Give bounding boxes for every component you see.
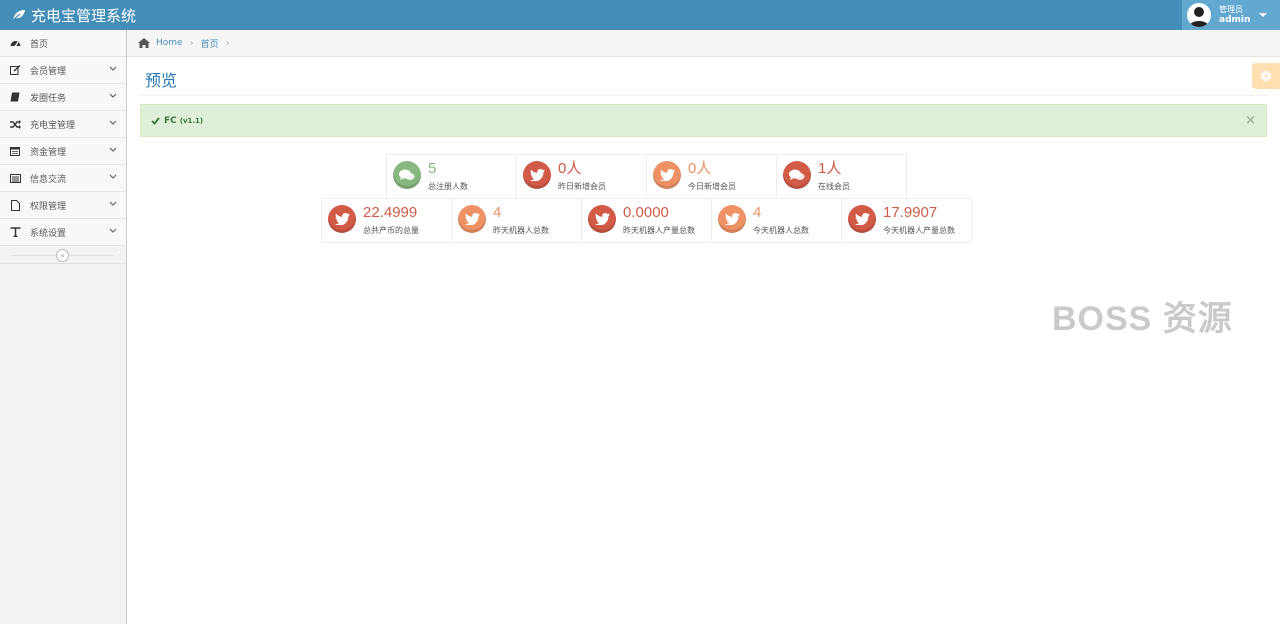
stat-online-members: 1人 在线会员	[776, 154, 907, 199]
stat-value: 5	[428, 160, 437, 177]
check-icon	[151, 116, 160, 125]
twitter-icon	[718, 205, 746, 233]
stat-total-registered: 5 总注册人数	[386, 154, 517, 199]
alert-version: (v1.1)	[179, 116, 204, 125]
list-alt-icon	[0, 173, 30, 183]
user-name: admin	[1219, 15, 1251, 25]
stat-label: 总共产币的总量	[363, 226, 419, 235]
twitter-icon	[848, 205, 876, 233]
app-title: 充电宝管理系统	[31, 6, 137, 25]
chevron-down-icon	[109, 120, 117, 125]
book-icon	[0, 92, 30, 102]
caret-down-icon	[1259, 13, 1268, 17]
sidebar-item-settings[interactable]: 系统设置	[0, 219, 126, 246]
breadcrumb-separator-icon: ›	[189, 37, 194, 49]
twitter-icon	[588, 205, 616, 233]
sidebar-item-label: 发圈任务	[30, 93, 67, 104]
twitter-icon	[653, 161, 681, 189]
stat-label: 在线会员	[818, 182, 850, 191]
stat-label: 总注册人数	[428, 182, 468, 191]
chevron-down-icon	[109, 66, 117, 71]
stat-value: 0人	[558, 160, 582, 177]
breadcrumb-home-link[interactable]: Home	[156, 38, 183, 48]
sidebar-item-tasks[interactable]: 发圈任务	[0, 84, 126, 111]
chevron-down-icon	[109, 174, 117, 179]
sidebar-item-messages[interactable]: 信息交流	[0, 165, 126, 192]
sidebar-item-label: 系统设置	[30, 228, 67, 239]
stat-label: 昨天机器人产量总数	[623, 226, 695, 235]
stat-label: 昨日新增会员	[558, 182, 606, 191]
calendar-icon	[0, 146, 30, 156]
collapse-sidebar-button[interactable]: «	[56, 249, 69, 262]
random-icon	[0, 119, 30, 129]
breadcrumb-current-link[interactable]: 首页	[201, 37, 219, 50]
sidebar-item-powerbank[interactable]: 充电宝管理	[0, 111, 126, 138]
close-alert-button[interactable]: ×	[1245, 113, 1256, 128]
file-icon	[0, 199, 30, 211]
sidebar-item-members[interactable]: 会员管理	[0, 57, 126, 84]
stat-value: 4	[753, 204, 762, 221]
stat-value: 1人	[818, 160, 842, 177]
edit-icon	[0, 65, 30, 75]
sidebar-item-label: 权限管理	[30, 201, 67, 212]
stat-label: 昨天机器人总数	[493, 226, 549, 235]
breadcrumb: Home › 首页 ›	[127, 30, 1280, 57]
user-icon	[1189, 7, 1209, 27]
version-alert: FC (v1.1) ×	[140, 104, 1267, 137]
top-navbar: 充电宝管理系统 管理员 admin	[0, 0, 1280, 30]
stat-robot-output-today: 17.9907 今天机器人产量总数	[841, 198, 972, 243]
sidebar-item-label: 充电宝管理	[30, 120, 76, 131]
page-title: 预览	[145, 71, 178, 90]
user-role: 管理员	[1219, 5, 1243, 14]
settings-toggle-button[interactable]	[1252, 63, 1280, 89]
sidebar-item-label: 首页	[30, 39, 49, 50]
brand[interactable]: 充电宝管理系统	[12, 0, 136, 30]
comments-icon	[393, 161, 421, 189]
sidebar: 首页 会员管理 发圈任务 充电宝管理 资金管理 信息交流 权限管理 系统设置 «	[0, 30, 127, 624]
alert-text: FC	[164, 115, 177, 126]
user-menu[interactable]: 管理员 admin	[1182, 0, 1280, 30]
stat-label: 今日新增会员	[688, 182, 736, 191]
stat-label: 今天机器人总数	[753, 226, 809, 235]
sidebar-collapse-bar: «	[0, 246, 126, 264]
stat-label: 今天机器人产量总数	[883, 226, 955, 235]
comments-icon	[783, 161, 811, 189]
sidebar-item-permissions[interactable]: 权限管理	[0, 192, 126, 219]
stat-robot-output-yesterday: 0.0000 昨天机器人产量总数	[581, 198, 712, 243]
sidebar-item-label: 信息交流	[30, 174, 67, 185]
twitter-icon	[523, 161, 551, 189]
stat-total-coins-produced: 22.4999 总共产币的总量	[321, 198, 452, 243]
stat-value: 22.4999	[363, 204, 418, 221]
stat-robots-yesterday: 4 昨天机器人总数	[451, 198, 582, 243]
stat-new-members-yesterday: 0人 昨日新增会员	[516, 154, 647, 199]
page-header: 预览	[140, 58, 1267, 96]
sidebar-item-home[interactable]: 首页	[0, 30, 126, 57]
breadcrumb-separator-icon: ›	[225, 37, 230, 49]
chevron-down-icon	[109, 93, 117, 98]
stat-robots-today: 4 今天机器人总数	[711, 198, 842, 243]
chevron-down-icon	[109, 201, 117, 206]
home-icon	[138, 38, 150, 48]
stat-value: 17.9907	[883, 204, 938, 221]
stat-value: 4	[493, 204, 502, 221]
sidebar-item-funds[interactable]: 资金管理	[0, 138, 126, 165]
watermark: BOSS 资源	[1052, 300, 1233, 338]
chevron-down-icon	[109, 228, 117, 233]
twitter-icon	[458, 205, 486, 233]
sidebar-item-label: 资金管理	[30, 147, 67, 158]
twitter-icon	[328, 205, 356, 233]
sidebar-item-label: 会员管理	[30, 66, 67, 77]
stat-value: 0人	[688, 160, 712, 177]
leaf-icon	[12, 10, 25, 21]
text-icon	[0, 227, 30, 237]
stat-new-members-today: 0人 今日新增会员	[646, 154, 777, 199]
chevron-down-icon	[109, 147, 117, 152]
gear-icon	[1260, 70, 1272, 82]
stat-value: 0.0000	[623, 204, 669, 221]
dashboard-icon	[0, 38, 30, 48]
avatar	[1187, 3, 1211, 27]
